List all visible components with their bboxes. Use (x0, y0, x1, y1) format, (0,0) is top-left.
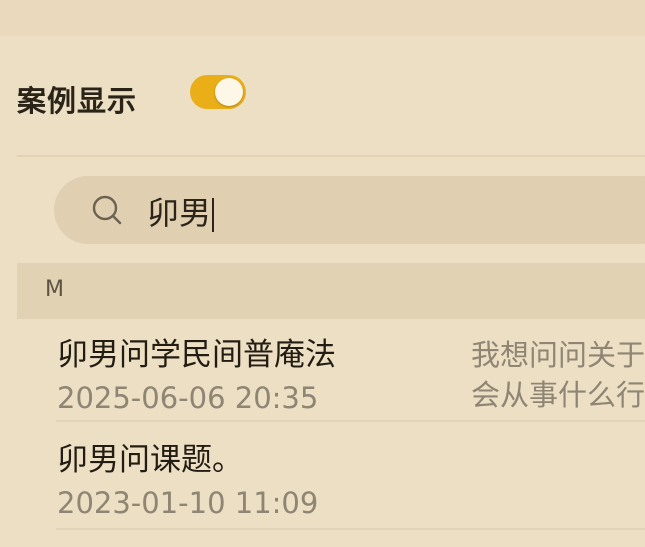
item-date: 2023-01-10 11:09 (57, 486, 319, 520)
item-title: 卯男问课题。 (57, 442, 243, 478)
divider (17, 155, 645, 157)
section-letter: M (45, 277, 64, 302)
case-display-row: 案例显示 (0, 58, 645, 134)
item-preview: 我想问问关于 会从事什么行 (471, 338, 645, 412)
toggle-knob (215, 78, 243, 106)
search-input[interactable]: 卯男 (147, 188, 215, 234)
list-item[interactable]: 卯男问课题。 2023-01-10 11:09 (17, 424, 645, 530)
section-header: M (17, 263, 645, 319)
item-date: 2025-06-06 20:35 (57, 381, 319, 415)
case-display-label: 案例显示 (17, 84, 138, 118)
search-bar[interactable]: 卯男 (54, 176, 645, 244)
text-caret (212, 198, 215, 232)
search-icon (92, 195, 122, 225)
top-bar (0, 0, 645, 36)
item-divider (56, 420, 645, 422)
search-query-text: 卯男 (147, 194, 212, 232)
list-item[interactable]: 卯男问学民间普庵法 2025-06-06 20:35 我想问问关于 会从事什么行 (17, 319, 645, 425)
item-title: 卯男问学民间普庵法 (57, 337, 336, 373)
case-display-toggle[interactable] (190, 75, 246, 109)
item-divider (56, 528, 645, 530)
